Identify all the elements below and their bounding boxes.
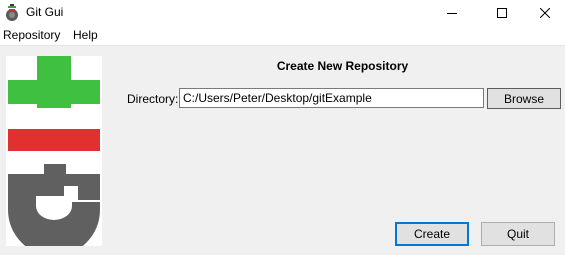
browse-button[interactable]: Browse xyxy=(487,88,561,109)
git-gui-app-icon xyxy=(5,4,19,21)
close-icon xyxy=(540,7,550,18)
menu-bar: Repository Help xyxy=(0,25,565,46)
git-gui-window: Git Gui Repository Help Create New Repos… xyxy=(0,0,565,255)
title-bar[interactable]: Git Gui xyxy=(0,0,565,25)
directory-input[interactable] xyxy=(179,88,484,108)
dialog-heading: Create New Repository xyxy=(276,59,409,73)
create-button[interactable]: Create xyxy=(395,222,469,246)
menu-repository[interactable]: Repository xyxy=(3,28,60,42)
quit-button[interactable]: Quit xyxy=(481,222,555,246)
maximize-icon xyxy=(497,7,507,18)
window-title: Git Gui xyxy=(26,5,64,19)
menu-help[interactable]: Help xyxy=(73,28,98,42)
minimize-icon xyxy=(447,8,457,18)
minimize-button[interactable] xyxy=(430,0,474,25)
directory-label: Directory: xyxy=(127,92,179,106)
git-logo-panel xyxy=(6,56,102,255)
git-logo xyxy=(6,56,102,255)
maximize-button[interactable] xyxy=(480,0,524,25)
close-button[interactable] xyxy=(523,0,565,25)
